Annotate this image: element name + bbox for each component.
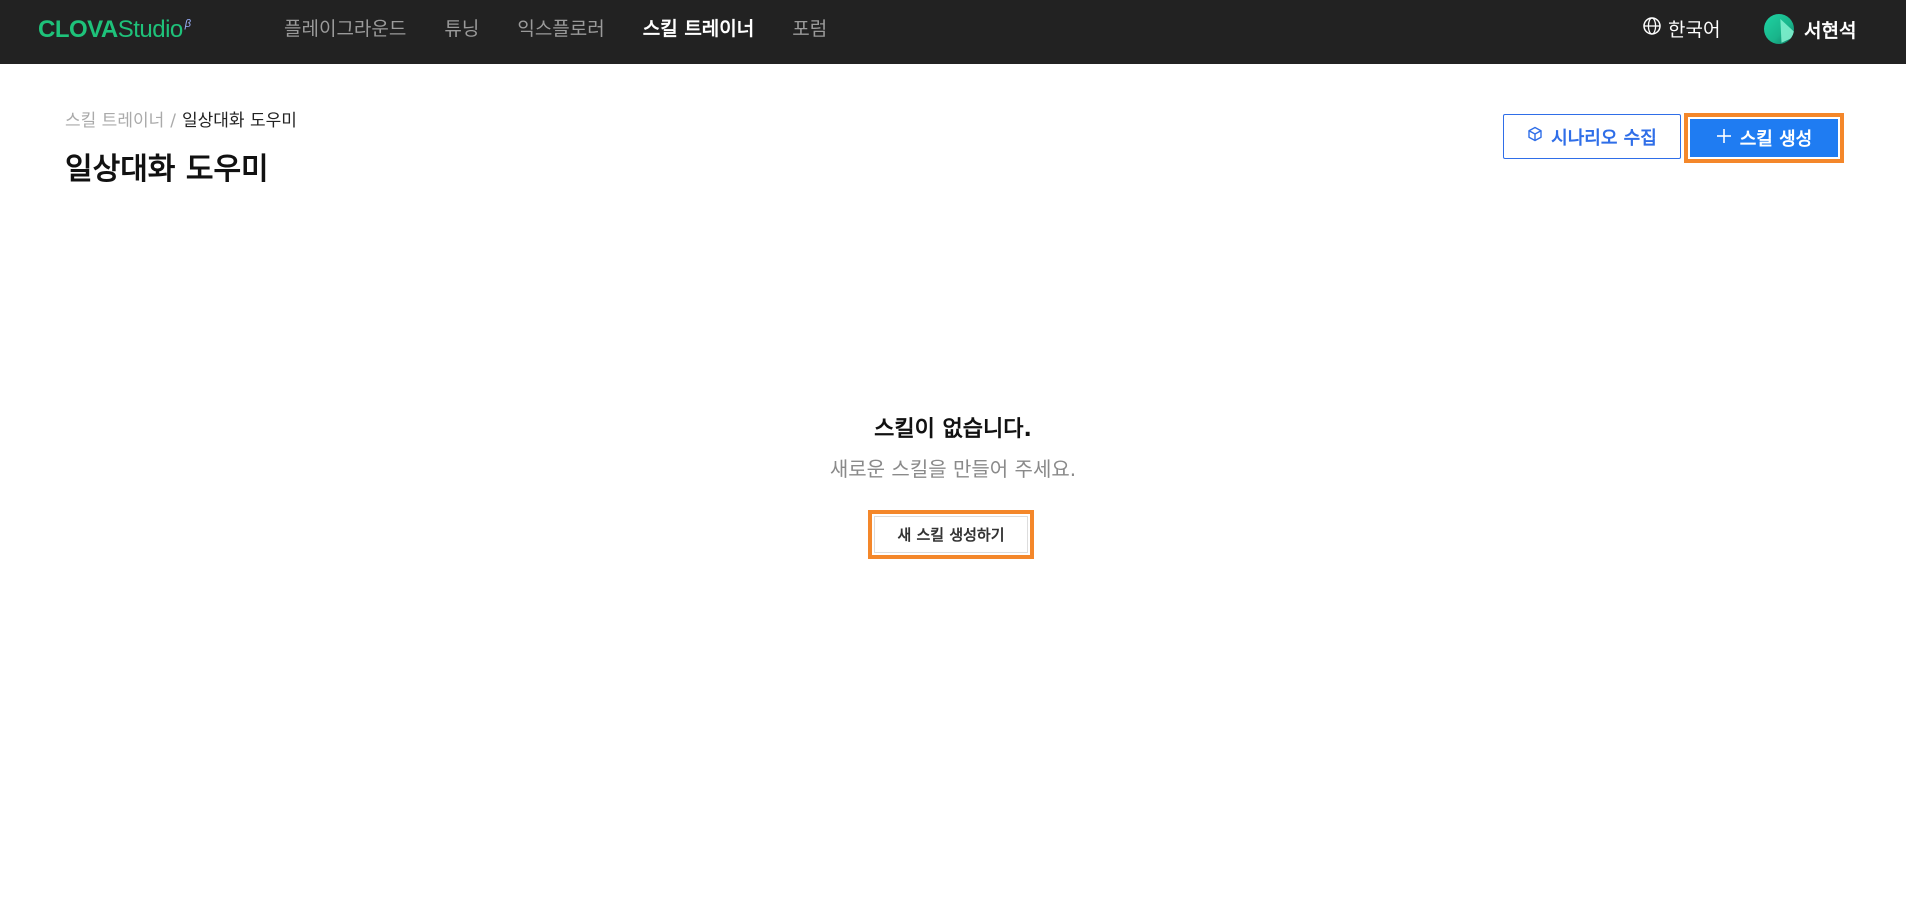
logo-sub-text: Studio: [117, 16, 184, 43]
empty-state-subtitle: 새로운 스킬을 만들어 주세요.: [829, 457, 1077, 481]
language-selector[interactable]: 한국어: [1642, 14, 1720, 42]
empty-state-title: 스킬이 없습니다.: [874, 417, 1032, 442]
nav-item-skill-trainer[interactable]: 스킬 트레이너: [643, 14, 755, 41]
breadcrumb-current: 일상대화 도우미: [181, 111, 297, 131]
breadcrumb-separator: /: [170, 111, 176, 131]
scenario-collect-label: 시나리오 수집: [1551, 127, 1657, 149]
create-skill-highlight: 스킬 생성: [1684, 113, 1844, 163]
cube-icon: [1527, 126, 1543, 147]
nav-item-forum[interactable]: 포럼: [792, 14, 827, 41]
breadcrumb: 스킬 트레이너 / 일상대화 도우미: [65, 110, 297, 132]
user-name: 서현석: [1804, 19, 1857, 42]
breadcrumb-parent[interactable]: 스킬 트레이너: [65, 110, 164, 132]
new-skill-highlight: 새 스킬 생성하기: [868, 510, 1034, 559]
main-nav: 플레이그라운드 튜닝 익스플로러 스킬 트레이너 포럼: [284, 0, 827, 54]
top-navigation-bar: CLOVA Studio β 플레이그라운드 튜닝 익스플로러 스킬 트레이너 …: [0, 0, 1906, 64]
scenario-collect-button[interactable]: 시나리오 수집: [1503, 114, 1681, 159]
page-title: 일상대화 도우미: [65, 152, 269, 187]
clova-studio-logo[interactable]: CLOVA Studio β: [38, 14, 191, 50]
nav-item-tuning[interactable]: 튜닝: [444, 14, 479, 41]
create-skill-button[interactable]: 스킬 생성: [1690, 119, 1838, 157]
create-skill-label: 스킬 생성: [1739, 129, 1813, 150]
language-label: 한국어: [1668, 18, 1721, 41]
new-skill-button[interactable]: 새 스킬 생성하기: [874, 516, 1028, 553]
user-menu[interactable]: 서현석: [1764, 14, 1856, 44]
nav-item-playground[interactable]: 플레이그라운드: [284, 14, 406, 41]
logo-main-text: CLOVA: [38, 16, 118, 43]
logo-beta-mark: β: [184, 18, 191, 30]
globe-icon: [1642, 16, 1662, 41]
nav-item-explorer[interactable]: 익스플로러: [517, 14, 604, 41]
avatar: [1764, 14, 1794, 44]
plus-icon: [1716, 128, 1732, 149]
